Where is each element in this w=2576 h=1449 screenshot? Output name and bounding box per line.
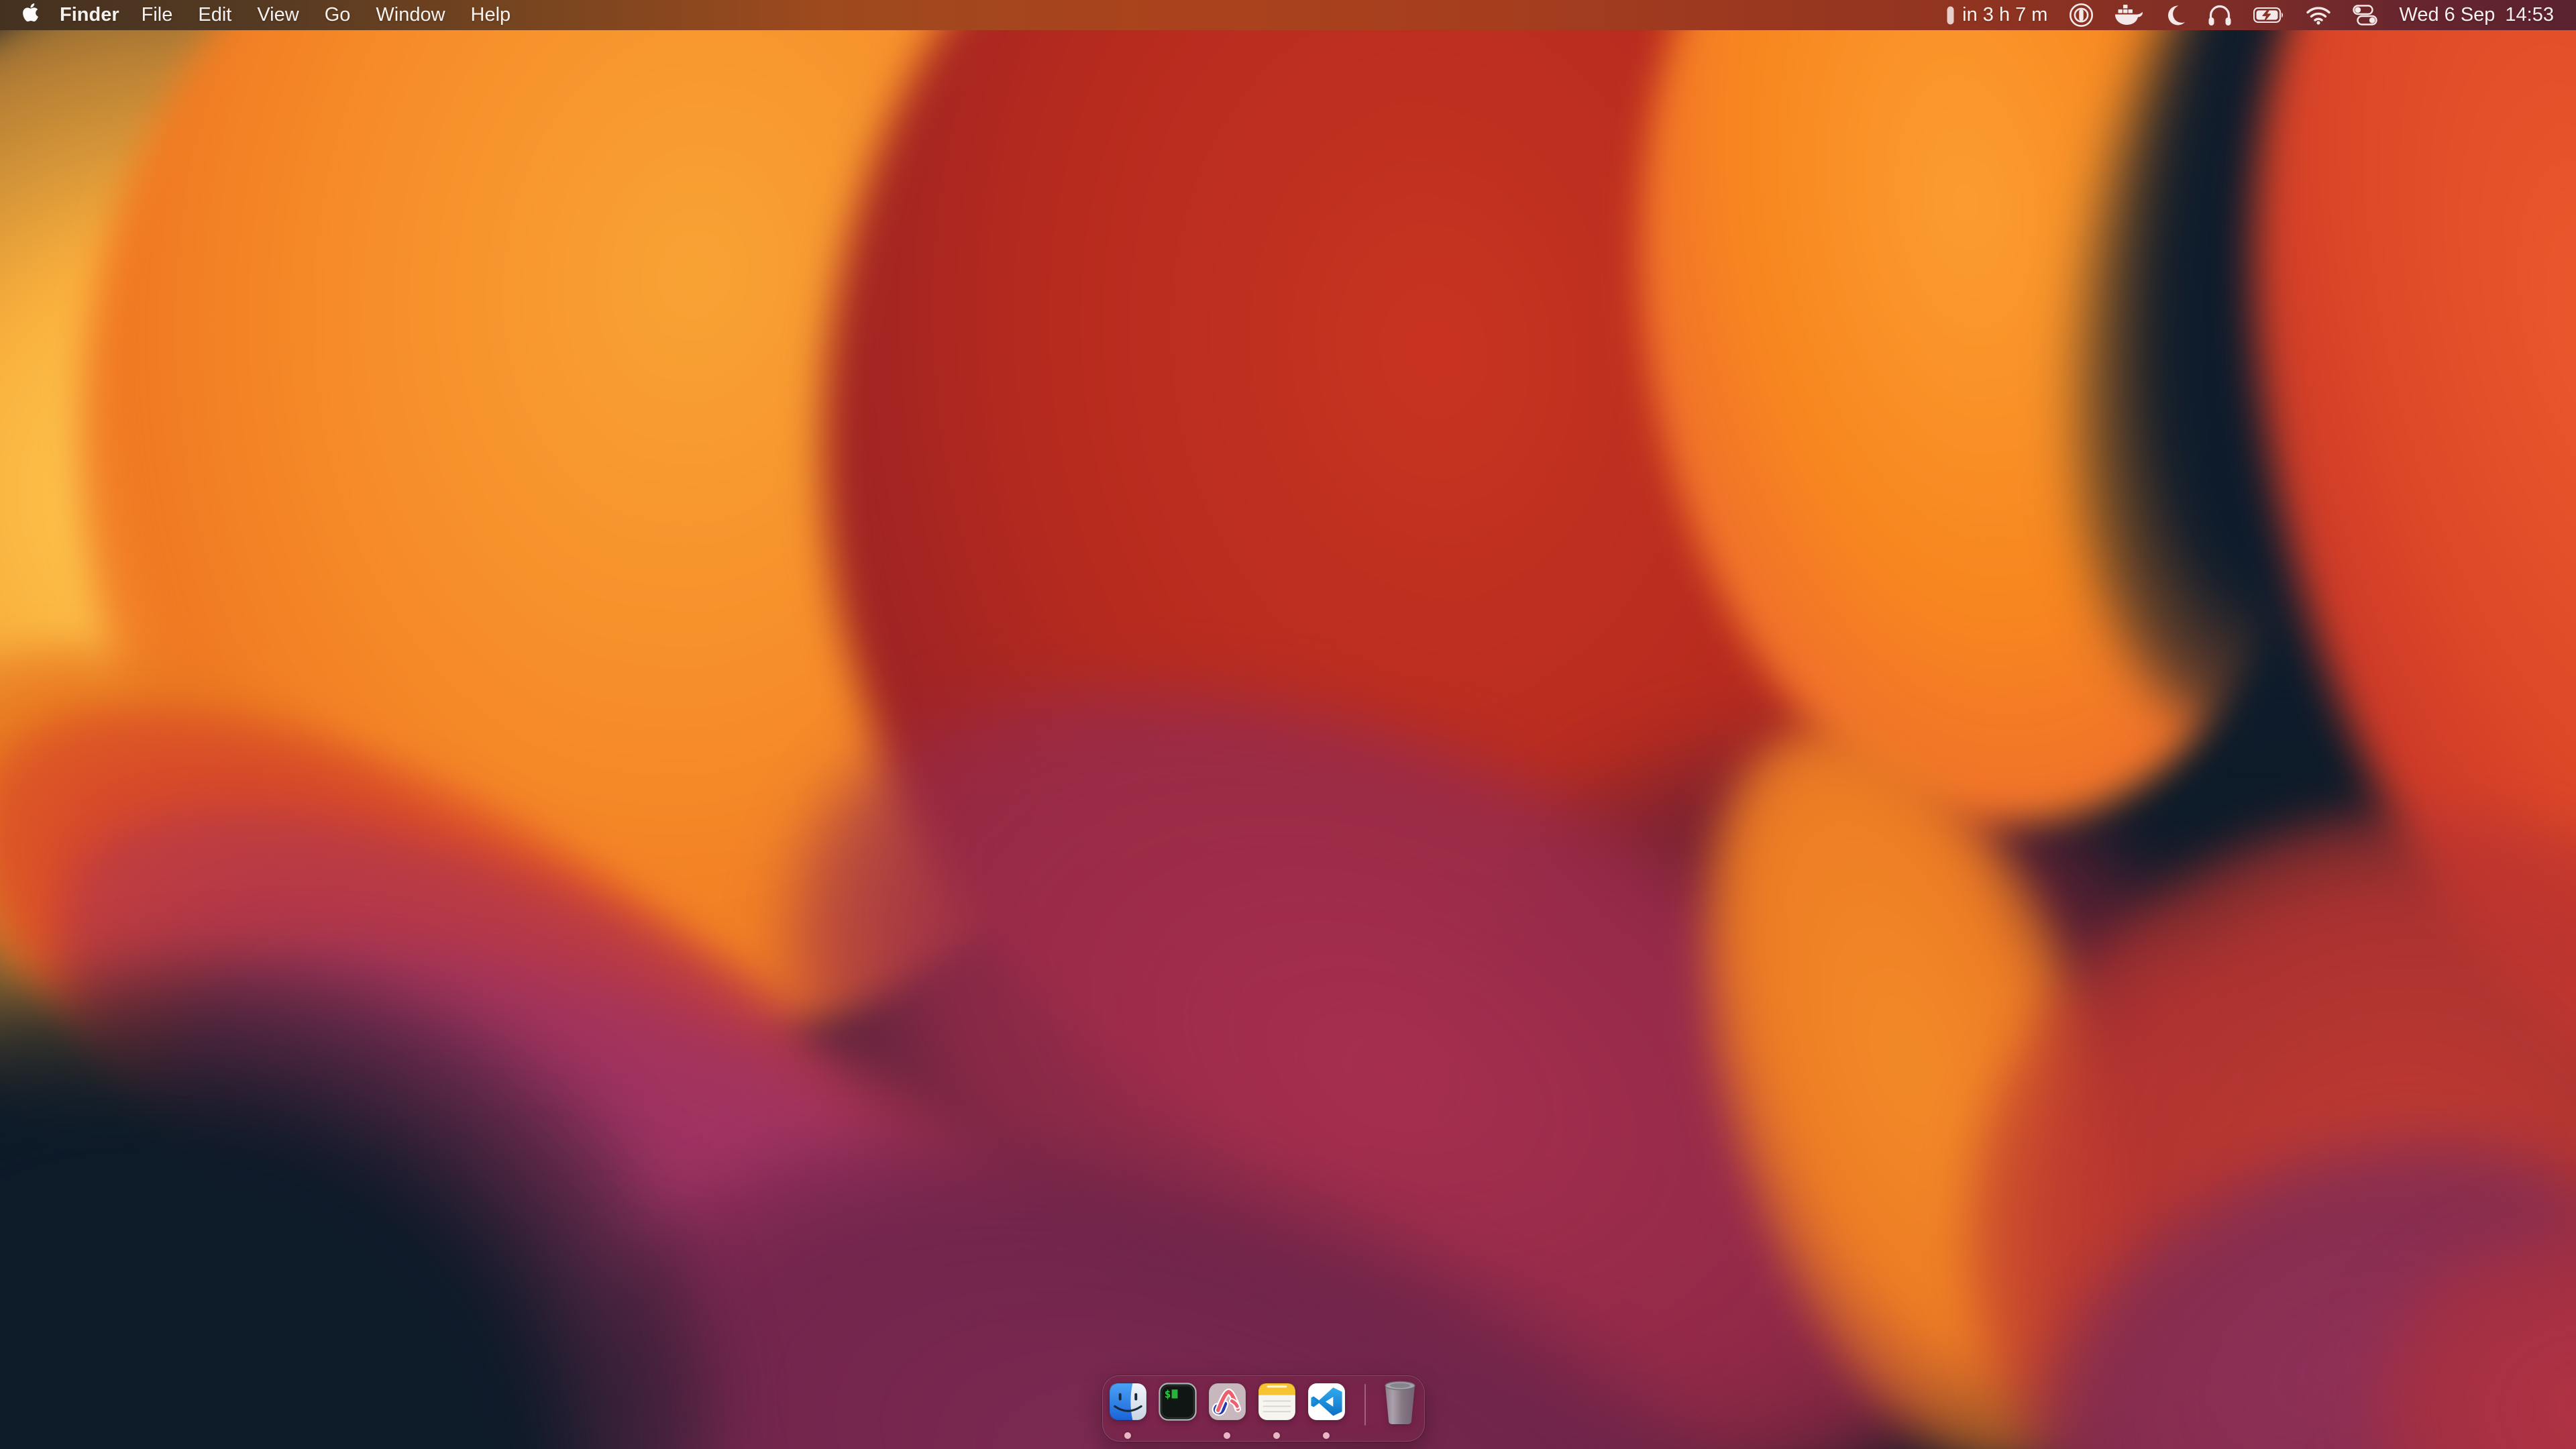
clock-time: 14:53 (2505, 4, 2554, 26)
clock-date: Wed 6 Sep (2399, 4, 2495, 26)
terminal-icon: $ (1159, 1383, 1197, 1421)
menu-item-go-label: Go (325, 4, 351, 26)
menu-item-finder-label: Finder (60, 4, 119, 26)
running-indicator-vscode (1323, 1432, 1330, 1439)
running-indicator-finder (1124, 1432, 1131, 1439)
menu-item-file-label: File (142, 4, 173, 26)
timer-countdown-text: in 3 h 7 m (1962, 4, 2047, 26)
timer-pill-icon (1947, 6, 1954, 25)
menu-item-go[interactable]: Go (312, 0, 364, 30)
status-timer[interactable]: in 3 h 7 m (1947, 4, 2047, 26)
running-indicator-notes (1273, 1432, 1280, 1439)
1password-icon[interactable] (2069, 3, 2094, 28)
menu-item-view[interactable]: View (244, 0, 311, 30)
headphones-icon[interactable] (2208, 4, 2232, 26)
running-indicator-arc (1224, 1432, 1230, 1439)
trash-icon (1383, 1381, 1417, 1426)
menu-item-edit[interactable]: Edit (185, 0, 244, 30)
menu-item-finder[interactable]: Finder (50, 0, 129, 30)
menu-item-help-label: Help (471, 4, 511, 26)
focus-moon-icon[interactable] (2164, 4, 2186, 26)
status-bar: in 3 h 7 m (1947, 0, 2576, 30)
menu-item-view-label: View (257, 4, 299, 26)
menu-item-window[interactable]: Window (363, 0, 458, 30)
docker-icon[interactable] (2115, 5, 2143, 25)
finder-icon (1109, 1383, 1147, 1421)
arc-browser-icon (1208, 1383, 1246, 1421)
notes-icon (1258, 1383, 1296, 1421)
menu-item-edit-label: Edit (198, 4, 231, 26)
menu-item-file[interactable]: File (129, 0, 186, 30)
dock-item-arc[interactable] (1208, 1383, 1246, 1421)
menu-item-help[interactable]: Help (458, 0, 524, 30)
dock-item-vscode[interactable] (1307, 1383, 1346, 1421)
apple-menu[interactable] (11, 0, 50, 30)
vscode-icon (1307, 1383, 1346, 1421)
dock-item-trash[interactable] (1383, 1381, 1417, 1426)
dock: $ (1102, 1375, 1425, 1442)
dock-item-finder[interactable] (1109, 1383, 1147, 1421)
apple-icon (22, 2, 39, 28)
menu-bar-left: Finder File Edit View Go Window Help (0, 0, 523, 30)
dock-separator (1364, 1384, 1366, 1426)
dock-item-terminal[interactable]: $ (1159, 1383, 1197, 1421)
menu-bar: Finder File Edit View Go Window Help in … (0, 0, 2576, 30)
dock-item-notes[interactable] (1258, 1383, 1296, 1421)
desktop-wallpaper (0, 0, 2576, 1449)
battery-charging-icon[interactable] (2253, 7, 2284, 23)
wifi-icon[interactable] (2306, 6, 2331, 25)
terminal-prompt-glyph: $ (1165, 1388, 1171, 1401)
menu-item-window-label: Window (376, 4, 445, 26)
menu-bar-clock[interactable]: Wed 6 Sep 14:53 (2399, 4, 2554, 26)
control-center-icon[interactable] (2353, 5, 2377, 25)
